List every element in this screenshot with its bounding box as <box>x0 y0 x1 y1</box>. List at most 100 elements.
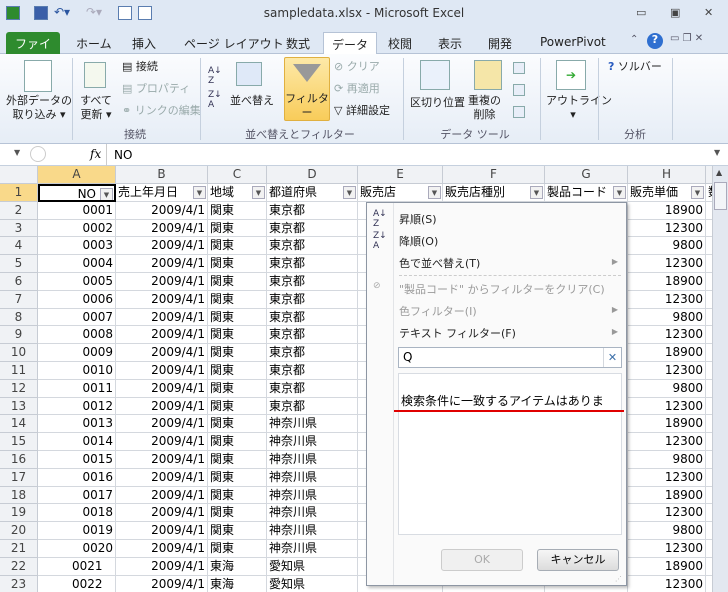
filter-dropdown-button[interactable]: ▼ <box>343 186 356 199</box>
external-data-button[interactable]: 外部データの 取り込み ▾ <box>4 94 74 122</box>
table-cell[interactable]: 2009/4/1 <box>116 397 208 416</box>
table-cell[interactable]: 2009/4/1 <box>116 504 208 523</box>
table-cell[interactable]: 0013 <box>38 415 116 434</box>
header-cell[interactable]: 販売単価 ▼ <box>628 184 706 202</box>
row-header[interactable]: 20 <box>0 522 38 540</box>
table-cell[interactable]: 0007 <box>38 308 116 327</box>
table-cell[interactable]: 0014 <box>38 433 116 451</box>
table-cell[interactable]: 愛知県 <box>267 557 358 576</box>
row-header[interactable]: 12 <box>0 379 38 398</box>
table-cell[interactable]: 0003 <box>38 237 116 256</box>
filter-dropdown-button[interactable]: ▼ <box>530 186 543 199</box>
table-cell[interactable]: 9800 <box>628 379 706 398</box>
table-cell[interactable]: 2009/4/1 <box>116 290 208 309</box>
minimize-button[interactable]: ▭ <box>636 6 646 19</box>
cancel-button[interactable]: キャンセル <box>537 549 619 571</box>
column-header-B[interactable]: B <box>116 166 208 184</box>
table-cell[interactable]: 12300 <box>628 468 706 487</box>
what-if-icon[interactable] <box>513 106 525 118</box>
header-cell[interactable]: 製品コード ▼ <box>545 184 628 202</box>
table-cell[interactable]: 2009/4/1 <box>116 326 208 345</box>
row-header[interactable]: 13 <box>0 397 38 416</box>
reapply-button[interactable]: ⟳ 再適用 <box>334 82 380 96</box>
table-cell[interactable]: 9800 <box>628 308 706 327</box>
table-cell[interactable]: 0006 <box>38 290 116 309</box>
table-cell[interactable]: 神奈川県 <box>267 522 358 540</box>
table-cell[interactable]: 東海 <box>208 575 267 592</box>
table-cell[interactable]: 東京都 <box>267 326 358 345</box>
menu-text-filter[interactable]: テキスト フィルター(F) <box>399 325 516 341</box>
table-cell[interactable]: 0002 <box>38 219 116 238</box>
expand-formula-bar-icon[interactable]: ▼ <box>714 148 720 157</box>
ok-button[interactable]: OK <box>441 549 523 571</box>
solver-button[interactable]: ? ソルバー <box>608 60 662 74</box>
tab-insert[interactable]: 挿入 <box>124 32 164 54</box>
vertical-scrollbar[interactable]: ▲ <box>712 166 728 592</box>
header-cell[interactable]: 地域 ▼ <box>208 184 267 202</box>
row-header[interactable]: 10 <box>0 344 38 362</box>
table-cell[interactable]: 関東 <box>208 504 267 523</box>
column-header-H[interactable]: H <box>628 166 706 184</box>
row-header[interactable]: 11 <box>0 362 38 380</box>
row-header[interactable]: 3 <box>0 219 38 238</box>
table-cell[interactable]: 関東 <box>208 273 267 291</box>
table-cell[interactable]: 関東 <box>208 522 267 540</box>
table-cell[interactable]: 2009/4/1 <box>116 540 208 558</box>
tab-formulas[interactable]: 数式 <box>278 32 318 54</box>
table-cell[interactable]: 9800 <box>628 451 706 469</box>
filter-dropdown-button[interactable]: ▼ <box>428 186 441 199</box>
table-cell[interactable]: 関東 <box>208 237 267 256</box>
resize-grip-icon[interactable]: ⋰ <box>615 575 622 583</box>
table-cell[interactable]: 9800 <box>628 522 706 540</box>
table-cell[interactable]: 関東 <box>208 433 267 451</box>
clear-search-icon[interactable]: ✕ <box>603 348 621 367</box>
row-header[interactable]: 4 <box>0 237 38 256</box>
table-cell[interactable]: 関東 <box>208 219 267 238</box>
header-cell[interactable]: 販売店 ▼ <box>358 184 443 202</box>
table-cell[interactable]: 0016 <box>38 468 116 487</box>
row-header[interactable]: 8 <box>0 308 38 327</box>
connections-button[interactable]: ▤ 接続 <box>122 60 158 74</box>
table-cell[interactable]: 0017 <box>38 486 116 505</box>
table-cell[interactable]: 東京都 <box>267 290 358 309</box>
formula-input[interactable]: NO <box>114 148 132 162</box>
row-header[interactable]: 22 <box>0 557 38 576</box>
table-cell[interactable]: 9800 <box>628 237 706 256</box>
header-cell[interactable]: NO ▼ <box>38 184 116 202</box>
column-header-A[interactable]: A <box>38 166 116 184</box>
data-validation-icon[interactable] <box>513 62 525 74</box>
tab-review[interactable]: 校閲 <box>380 32 420 54</box>
filter-dropdown-button[interactable]: ▼ <box>193 186 206 199</box>
clear-button[interactable]: ⊘ クリア <box>334 60 380 74</box>
close-button[interactable]: ✕ <box>704 6 713 19</box>
select-all-corner[interactable] <box>0 166 38 184</box>
table-cell[interactable]: 2009/4/1 <box>116 486 208 505</box>
table-cell[interactable]: 18900 <box>628 415 706 434</box>
table-cell[interactable]: 関東 <box>208 290 267 309</box>
row-header[interactable]: 5 <box>0 255 38 273</box>
table-cell[interactable]: 関東 <box>208 308 267 327</box>
row-header[interactable]: 2 <box>0 201 38 220</box>
column-header-E[interactable]: E <box>358 166 443 184</box>
tab-home[interactable]: ホーム <box>68 32 120 54</box>
table-cell[interactable]: 2009/4/1 <box>116 557 208 576</box>
menu-color-filter[interactable]: 色フィルター(I) <box>399 303 477 319</box>
table-cell[interactable]: 関東 <box>208 451 267 469</box>
edit-links-button[interactable]: ⚭ リンクの編集 <box>122 104 201 118</box>
table-cell[interactable]: 18900 <box>628 201 706 220</box>
properties-button[interactable]: ▤ プロパティ <box>122 82 190 96</box>
table-cell[interactable]: 2009/4/1 <box>116 468 208 487</box>
table-cell[interactable]: 神奈川県 <box>267 433 358 451</box>
table-cell[interactable]: 2009/4/1 <box>116 344 208 362</box>
table-cell[interactable]: 2009/4/1 <box>116 308 208 327</box>
table-cell[interactable]: 東京都 <box>267 201 358 220</box>
menu-sort-ascending[interactable]: 昇順(S) <box>399 211 437 227</box>
row-header[interactable]: 7 <box>0 290 38 309</box>
table-cell[interactable]: 関東 <box>208 362 267 380</box>
filter-dropdown-button[interactable]: ▼ <box>100 188 113 200</box>
table-cell[interactable]: 2009/4/1 <box>116 362 208 380</box>
header-cell[interactable]: 販売店種別 ▼ <box>443 184 545 202</box>
table-cell[interactable]: 12300 <box>628 540 706 558</box>
tab-file[interactable]: ファイル <box>6 32 60 68</box>
menu-sort-by-color[interactable]: 色で並べ替え(T) <box>399 255 480 271</box>
